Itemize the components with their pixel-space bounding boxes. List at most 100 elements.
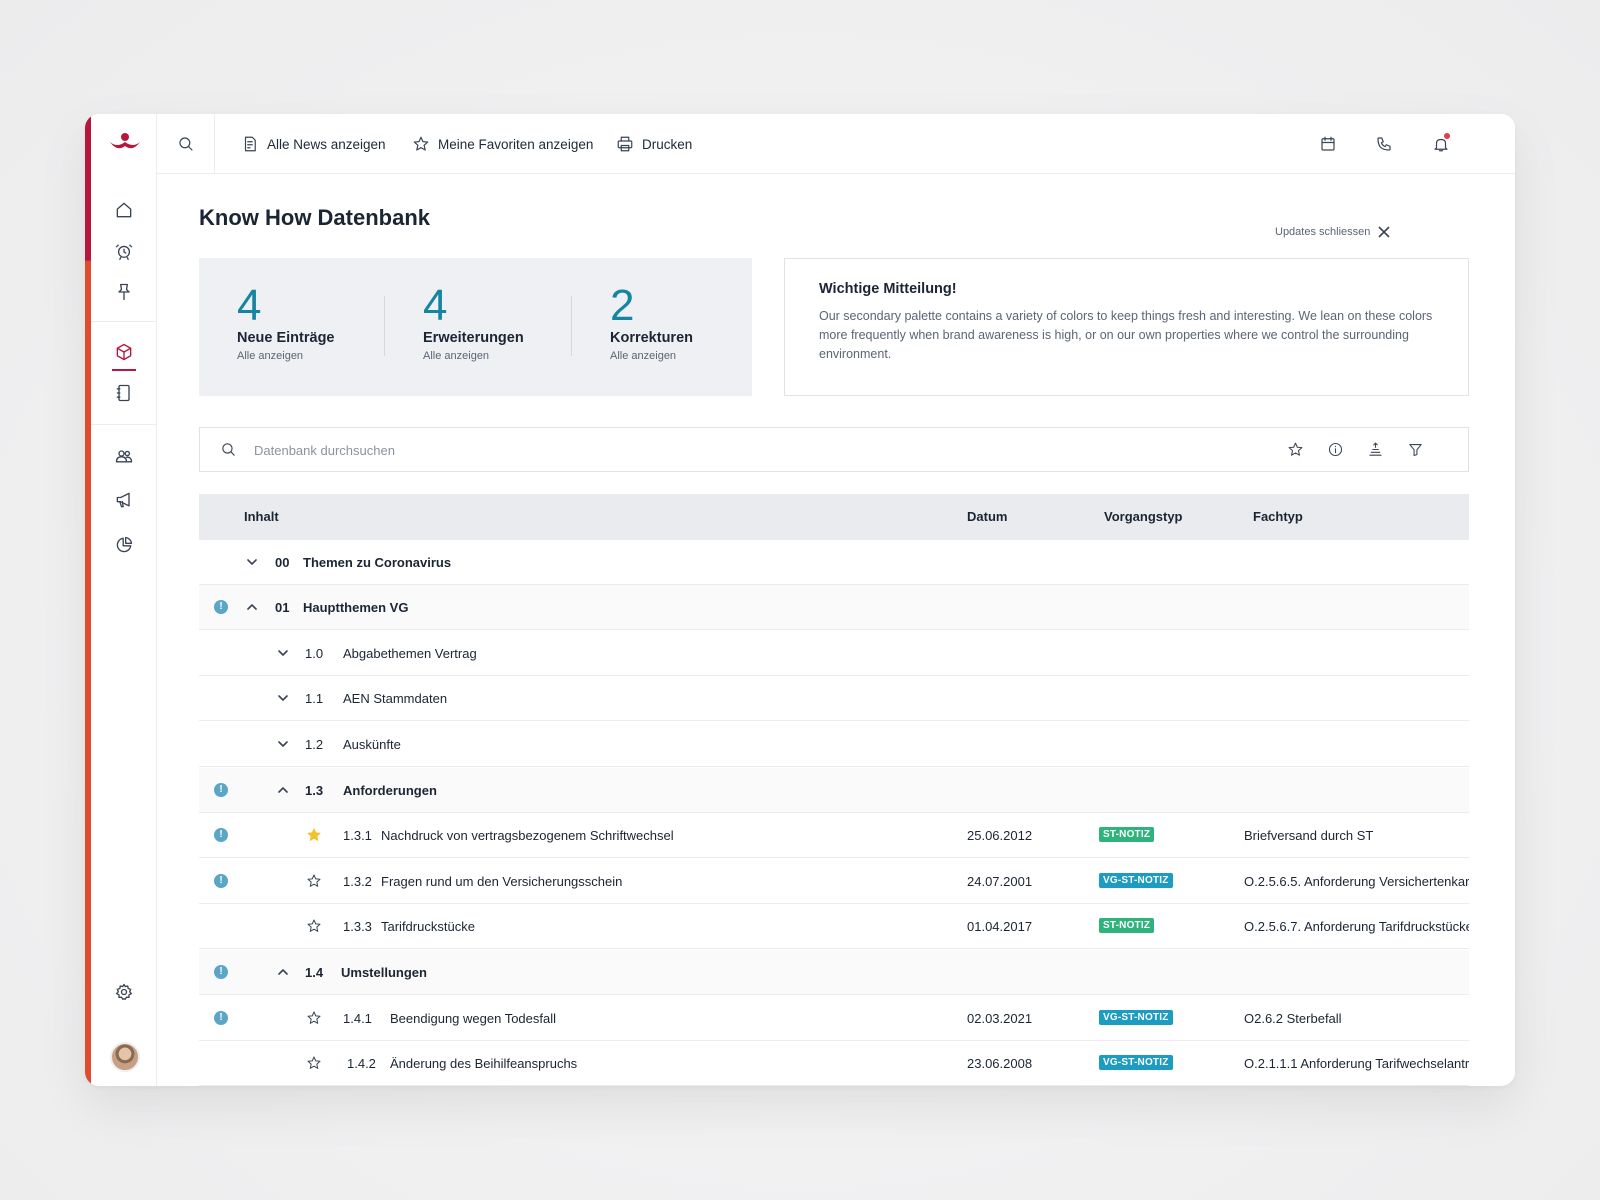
notice-box: Wichtige Mitteilung! Our secondary palet… [784, 258, 1469, 396]
row-date: 25.06.2012 [967, 828, 1033, 843]
star-icon[interactable] [1287, 441, 1305, 459]
stat-divider [571, 296, 572, 356]
phone-button[interactable] [1375, 114, 1393, 174]
favorite-star-icon[interactable] [306, 873, 322, 889]
stat-show-all-link[interactable]: Alle anzeigen [610, 350, 693, 362]
chevron-up-icon[interactable] [246, 601, 258, 613]
table-row[interactable]: ! 1.3.1 Nachdruck von vertragsbezogenem … [199, 813, 1469, 858]
favorite-star-icon[interactable] [306, 1010, 322, 1026]
row-number: 1.4.2 [347, 1056, 376, 1071]
row-fachtyp: O.2.1.1.1 Anforderung Tarifwechselantrag [1244, 1056, 1469, 1071]
row-date: 01.04.2017 [967, 919, 1033, 934]
row-fachtyp: O2.6.2 Sterbefall [1244, 1011, 1342, 1026]
sort-icon[interactable] [1367, 441, 1385, 459]
type-badge: ST-NOTIZ [1099, 827, 1155, 842]
row-title: AEN Stammdaten [343, 691, 448, 706]
filter-icon[interactable] [1407, 441, 1425, 459]
table-row[interactable]: 1.4.2 Änderung des Beihilfeanspruchs 23.… [199, 1041, 1469, 1086]
favorites-label: Meine Favoriten anzeigen [438, 136, 594, 152]
notice-text: Our secondary palette contains a variety… [819, 309, 1433, 361]
stats-panel: 4 Neue Einträge Alle anzeigen 4 Erweiter… [199, 258, 752, 396]
row-number: 1.4 [305, 965, 324, 980]
phone-icon [1377, 137, 1391, 151]
favorite-star-icon[interactable] [306, 1055, 322, 1071]
info-indicator-icon: ! [214, 600, 228, 614]
table-row[interactable]: ! 1.4 Umstellungen [199, 950, 1469, 995]
row-number: 00 [275, 555, 290, 570]
chevron-up-icon[interactable] [277, 784, 289, 796]
table-row[interactable]: ! 1.3 Anforderungen [199, 768, 1469, 813]
stat-new-entries: 4 Neue Einträge Alle anzeigen [237, 281, 335, 363]
type-badge: VG-ST-NOTIZ [1099, 873, 1173, 888]
stat-show-all-link[interactable]: Alle anzeigen [423, 350, 524, 362]
info-indicator-icon: ! [214, 783, 228, 797]
chevron-down-icon[interactable] [277, 738, 289, 750]
table-row[interactable]: 00 Themen zu Coronavirus [199, 540, 1469, 585]
all-news-label: Alle News anzeigen [267, 136, 386, 152]
row-number: 01 [275, 600, 290, 615]
table-row[interactable]: 1.0 Abgabethemen Vertrag [199, 631, 1469, 676]
row-number: 1.3.2 [343, 874, 372, 889]
search-icon [178, 137, 193, 151]
pie-chart-icon[interactable] [112, 533, 136, 557]
table-row[interactable]: 1.1 AEN Stammdaten [199, 676, 1469, 721]
home-icon[interactable] [112, 198, 136, 222]
favorite-star-icon[interactable] [306, 827, 322, 843]
table-row[interactable]: 1.2 Auskünfte [199, 722, 1469, 767]
row-title: Tarifdruckstücke [381, 919, 475, 934]
stat-show-all-link[interactable]: Alle anzeigen [237, 350, 335, 362]
address-book-icon[interactable] [112, 381, 136, 405]
all-news-button[interactable]: Alle News anzeigen [241, 114, 386, 174]
avatar[interactable] [110, 1042, 140, 1072]
table-row[interactable]: ! 01 Hauptthemen VG [199, 585, 1469, 630]
news-icon [244, 136, 256, 152]
brand-logo[interactable] [107, 128, 143, 158]
table-row[interactable]: ! 1.3.2 Fragen rund um den Versicherungs… [199, 859, 1469, 904]
type-badge: ST-NOTIZ [1099, 918, 1155, 933]
calendar-button[interactable] [1319, 114, 1337, 174]
table-header: Inhalt Datum Vorgangstyp Fachtyp [199, 494, 1469, 540]
chevron-up-icon[interactable] [277, 966, 289, 978]
column-header-type[interactable]: Vorgangstyp [1104, 509, 1183, 524]
alarm-clock-icon[interactable] [112, 239, 136, 263]
search-icon [220, 441, 237, 463]
pin-icon[interactable] [112, 280, 136, 304]
column-header-fachtyp[interactable]: Fachtyp [1253, 509, 1303, 524]
database-search-input[interactable] [254, 438, 1154, 462]
app-window: Alle News anzeigen Meine Favoriten anzei… [85, 114, 1515, 1086]
global-search-button[interactable] [157, 114, 215, 174]
knowledge-icon[interactable] [112, 340, 136, 364]
knowledge-table: Inhalt Datum Vorgangstyp Fachtyp 00 Them… [199, 494, 1469, 1086]
updates-close-button[interactable]: Updates schliessen [1275, 226, 1390, 238]
table-row[interactable]: ! 1.4.1 Beendigung wegen Todesfall 02.03… [199, 996, 1469, 1041]
notification-dot [1444, 133, 1450, 139]
row-title: Nachdruck von vertragsbezogenem Schriftw… [381, 828, 674, 843]
column-header-date[interactable]: Datum [967, 509, 1007, 524]
chevron-down-icon[interactable] [277, 692, 289, 704]
megaphone-icon[interactable] [112, 488, 136, 512]
stat-label: Erweiterungen [423, 330, 524, 346]
favorites-button[interactable]: Meine Favoriten anzeigen [412, 114, 593, 174]
notice-title: Wichtige Mitteilung! [819, 281, 957, 297]
column-header-content[interactable]: Inhalt [244, 509, 279, 524]
stat-label: Neue Einträge [237, 330, 335, 346]
print-button[interactable]: Drucken [616, 114, 692, 174]
users-icon[interactable] [112, 444, 136, 468]
row-title: Umstellungen [341, 965, 427, 980]
print-label: Drucken [642, 136, 693, 152]
chevron-down-icon[interactable] [277, 647, 289, 659]
row-number: 1.3.3 [343, 919, 372, 934]
chevron-down-icon[interactable] [246, 556, 258, 568]
notifications-button[interactable] [1432, 114, 1450, 174]
stat-value: 4 [237, 281, 262, 330]
table-row[interactable]: 1.3.3 Tarifdruckstücke 01.04.2017 ST-NOT… [199, 904, 1469, 949]
info-indicator-icon: ! [214, 828, 228, 842]
type-badge: VG-ST-NOTIZ [1099, 1055, 1173, 1070]
stat-value: 2 [610, 281, 635, 330]
row-title: Änderung des Beihilfeanspruchs [390, 1056, 578, 1071]
sidebar-divider [91, 321, 157, 322]
row-number: 1.3.1 [343, 828, 372, 843]
info-icon[interactable] [1327, 441, 1345, 459]
gear-icon[interactable] [112, 980, 136, 1004]
favorite-star-icon[interactable] [306, 918, 322, 934]
